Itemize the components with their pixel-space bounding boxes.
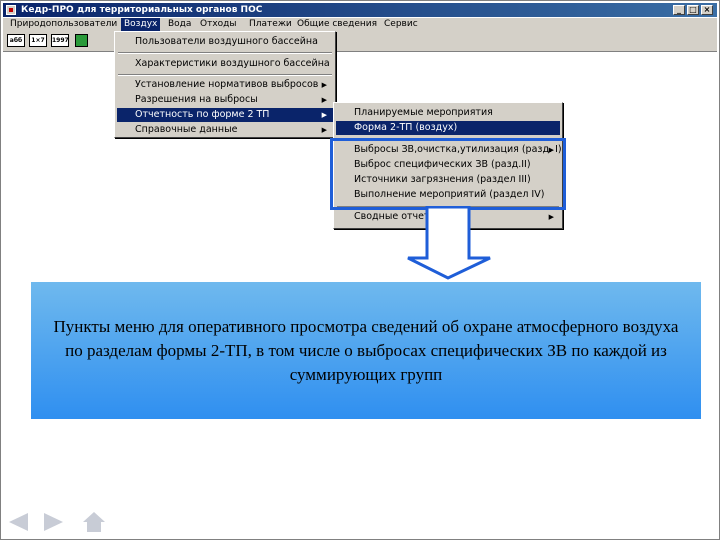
app-icon[interactable] <box>6 5 16 15</box>
title-bar: Кедр-ПРО для территориальных органов ПОС… <box>3 3 717 17</box>
menu-service[interactable]: Сервис <box>381 18 421 31</box>
toolbar-button-abb[interactable]: абб <box>7 34 25 47</box>
app-window: Кедр-ПРО для территориальных органов ПОС… <box>0 0 720 540</box>
menu-item-label: Разрешения на выбросы <box>135 94 258 105</box>
toolbar: абб 1×7 1997 <box>3 31 717 52</box>
menu-item-label: Характеристики воздушного бассейна <box>135 58 330 69</box>
air-menu: Пользователи воздушного бассейна Характе… <box>114 31 336 138</box>
submenu-arrow-icon: ▶ <box>321 96 327 104</box>
menu-separator <box>118 52 332 54</box>
menu-item-air-characteristics[interactable]: Характеристики воздушного бассейна <box>117 57 333 71</box>
menu-general[interactable]: Общие сведения <box>294 18 380 31</box>
menu-item-planned-measures[interactable]: Планируемые мероприятия <box>336 106 560 120</box>
home-icon[interactable] <box>82 510 106 534</box>
menu-item-report-2tp[interactable]: Отчетность по форме 2 ТП ▶ <box>117 108 333 122</box>
close-button[interactable]: × <box>701 5 713 15</box>
menu-item-label: Установление нормативов выбросов <box>135 79 319 90</box>
toolbar-button-1x7[interactable]: 1×7 <box>29 34 47 47</box>
description-callout: Пункты меню для оперативного просмотра с… <box>31 282 701 419</box>
menu-item-emission-permits[interactable]: Разрешения на выбросы ▶ <box>117 93 333 107</box>
menu-users[interactable]: Природопользователи <box>7 18 120 31</box>
menu-bar: Природопользователи Воздух Вода Отходы П… <box>3 18 717 31</box>
toolbar-button-1997[interactable]: 1997 <box>51 34 69 47</box>
menu-separator <box>118 74 332 76</box>
menu-payments[interactable]: Платежи <box>246 18 295 31</box>
menu-water[interactable]: Вода <box>165 18 194 31</box>
highlight-frame <box>330 138 566 210</box>
submenu-arrow-icon: ▶ <box>321 126 327 134</box>
menu-item-label: Планируемые мероприятия <box>354 107 493 118</box>
submenu-arrow-icon: ▶ <box>548 213 554 221</box>
down-arrow-icon <box>407 206 491 280</box>
forward-arrow-icon[interactable] <box>42 510 66 534</box>
submenu-arrow-icon: ▶ <box>321 111 327 119</box>
menu-item-label: Отчетность по форме 2 ТП <box>135 109 270 120</box>
menu-waste[interactable]: Отходы <box>197 18 240 31</box>
menu-item-emission-standards[interactable]: Установление нормативов выбросов ▶ <box>117 78 333 92</box>
menu-item-label: Справочные данные <box>135 124 238 135</box>
minimize-button[interactable]: _ <box>673 5 685 15</box>
menu-item-label: Форма 2-ТП (воздух) <box>354 122 458 133</box>
maximize-button[interactable]: □ <box>687 5 699 15</box>
callout-text: Пункты меню для оперативного просмотра с… <box>53 316 679 384</box>
menu-air[interactable]: Воздух <box>121 18 161 31</box>
exit-icon[interactable] <box>75 34 88 47</box>
back-arrow-icon[interactable] <box>6 510 30 534</box>
menu-item-label: Пользователи воздушного бассейна <box>135 36 318 47</box>
window-title: Кедр-ПРО для территориальных органов ПОС <box>21 5 263 15</box>
menu-item-form-2tp-air[interactable]: Форма 2-ТП (воздух) <box>336 121 560 135</box>
menu-item-air-users[interactable]: Пользователи воздушного бассейна <box>117 35 333 49</box>
submenu-arrow-icon: ▶ <box>321 81 327 89</box>
menu-item-reference-data[interactable]: Справочные данные ▶ <box>117 123 333 137</box>
